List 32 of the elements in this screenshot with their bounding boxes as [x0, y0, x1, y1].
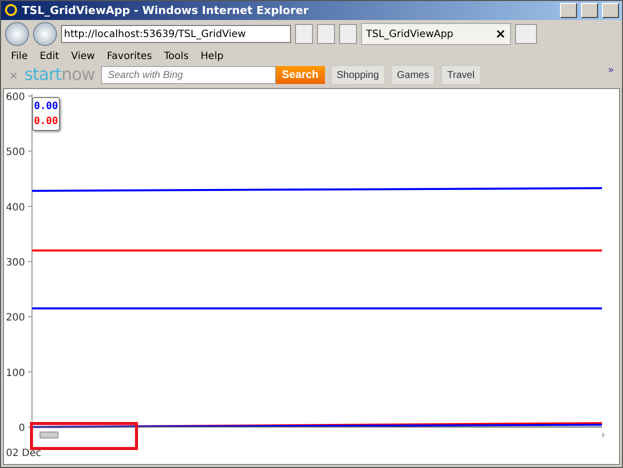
browser-logo-icon	[4, 3, 18, 18]
search-field[interactable]: Search with Bing	[100, 66, 276, 84]
y-axis-label: 200	[6, 312, 25, 324]
y-axis-label: 300	[6, 258, 25, 268]
maximize-button[interactable]	[581, 2, 598, 18]
legend-value: 0.00	[34, 101, 58, 112]
menu-item[interactable]: Favorites	[100, 51, 158, 62]
y-axis-label: 0	[18, 423, 25, 434]
more-button[interactable]: »	[608, 64, 614, 76]
url-text: http://localhost:53639/TSL_GridView	[64, 28, 246, 40]
window-title: TSL_GridViewApp - Windows Internet Explorer	[22, 4, 310, 17]
startnow-logo: startnow	[24, 65, 95, 86]
minimize-button[interactable]	[560, 2, 577, 18]
back-button[interactable]	[5, 22, 29, 46]
x-axis-label: 02 Dec	[6, 448, 42, 459]
toolbar-link[interactable]: Travel	[441, 65, 481, 86]
menu-item[interactable]: View	[65, 51, 101, 62]
address-field[interactable]: http://localhost:53639/TSL_GridView	[61, 25, 291, 44]
legend-value: 0.00	[34, 116, 58, 127]
y-axis-label: 600	[6, 92, 25, 103]
browser-tab[interactable]: TSL_GridViewApp ×	[361, 23, 511, 46]
forward-button[interactable]	[33, 22, 57, 46]
menu-item[interactable]: File	[5, 51, 34, 62]
y-axis-label: 500	[6, 147, 25, 158]
toolbar-link[interactable]: Shopping	[330, 65, 385, 86]
menu-item[interactable]: Edit	[34, 51, 66, 62]
y-axis-label: 100	[6, 368, 25, 379]
close-button[interactable]	[602, 2, 619, 18]
y-axis-label: 400	[6, 202, 25, 214]
toolbar-link[interactable]: Games	[390, 65, 436, 86]
menu-item[interactable]: Tools	[158, 51, 195, 62]
menu-item[interactable]: Help	[194, 51, 230, 62]
